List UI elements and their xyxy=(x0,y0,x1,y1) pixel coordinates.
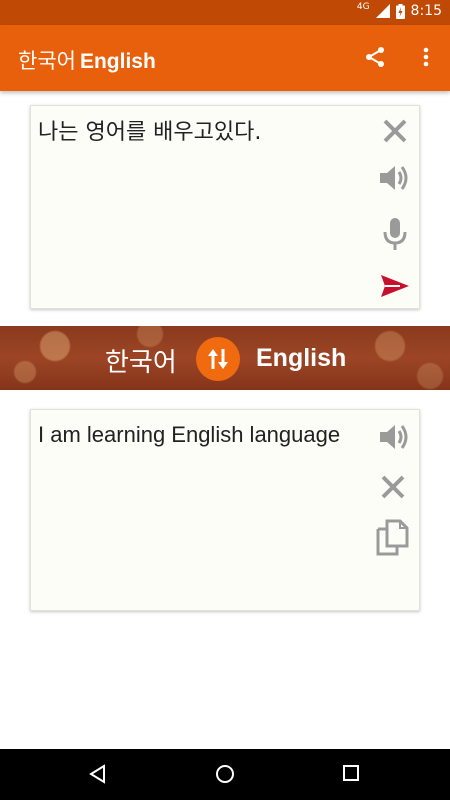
swap-languages-button[interactable] xyxy=(196,337,240,381)
speaker-icon xyxy=(380,166,408,190)
target-language-label[interactable]: English xyxy=(256,344,346,373)
clear-icon xyxy=(383,119,407,143)
title-target-language: English xyxy=(79,50,156,73)
translate-send-button[interactable] xyxy=(378,271,412,301)
more-vert-icon xyxy=(423,47,429,67)
signal-icon xyxy=(375,4,390,18)
page-title: 한국어 English xyxy=(18,45,156,75)
app-bar: 한국어 English xyxy=(0,25,450,91)
speak-input-button[interactable] xyxy=(375,161,415,195)
speak-output-button[interactable] xyxy=(375,420,415,454)
battery-icon xyxy=(395,3,405,19)
title-source-language: 한국어 xyxy=(18,49,76,73)
output-card: I am learning English language xyxy=(30,409,420,611)
copy-icon xyxy=(376,519,409,556)
speaker-icon xyxy=(380,425,408,449)
source-text-input[interactable]: 나는 영어를 배우고있다. xyxy=(38,118,358,148)
back-icon xyxy=(89,764,105,784)
clear-input-button[interactable] xyxy=(378,114,412,148)
mic-icon xyxy=(383,218,407,250)
source-language-label[interactable]: 한국어 xyxy=(105,342,177,379)
status-icons: 4G 8:15 xyxy=(356,2,442,19)
more-options-button[interactable] xyxy=(416,45,436,73)
clear-output-button[interactable] xyxy=(376,470,410,504)
home-button[interactable] xyxy=(215,764,235,788)
back-button[interactable] xyxy=(88,764,108,788)
voice-input-button[interactable] xyxy=(378,214,412,254)
recents-button[interactable] xyxy=(342,764,360,786)
clear-icon xyxy=(381,475,405,499)
system-nav-bar xyxy=(0,749,450,800)
clock: 8:15 xyxy=(410,3,442,19)
recents-icon xyxy=(343,765,359,781)
swap-vertical-icon xyxy=(208,349,228,369)
status-bar: 4G 8:15 xyxy=(0,0,450,25)
network-type: 4G xyxy=(356,2,370,12)
send-icon xyxy=(381,275,409,297)
input-card: 나는 영어를 배우고있다. xyxy=(30,105,420,309)
share-icon xyxy=(366,47,384,67)
home-icon xyxy=(216,765,234,783)
share-button[interactable] xyxy=(363,45,387,73)
translated-text: I am learning English language xyxy=(38,422,341,447)
copy-output-button[interactable] xyxy=(373,516,411,558)
